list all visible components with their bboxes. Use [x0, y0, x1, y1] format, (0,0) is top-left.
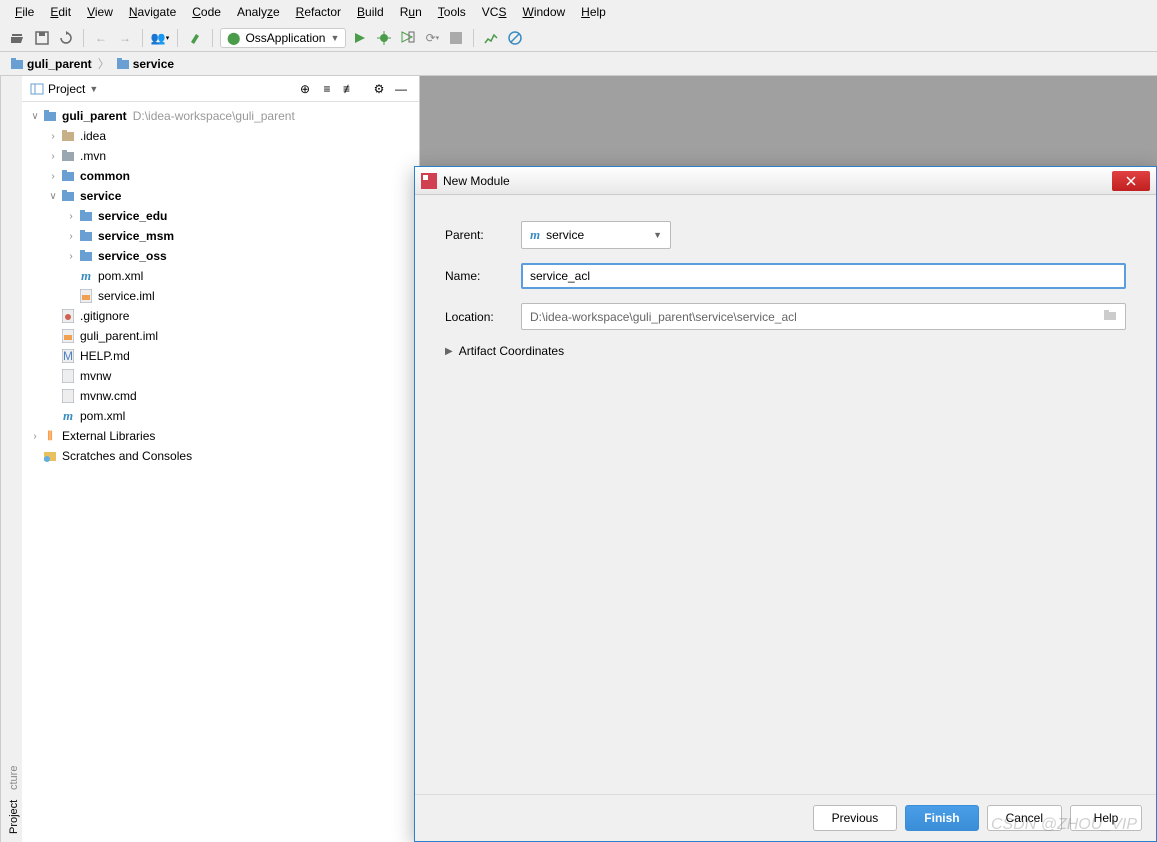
dialog-title: New Module	[443, 174, 1112, 188]
menu-code[interactable]: Code	[185, 3, 228, 21]
maven-icon: m	[78, 268, 94, 284]
parent-select[interactable]: m service ▼	[521, 221, 671, 249]
menu-run[interactable]: Run	[393, 3, 429, 21]
artifact-coordinates-toggle[interactable]: ▶ Artifact Coordinates	[445, 344, 1126, 358]
refresh-icon[interactable]	[56, 28, 76, 48]
menu-help[interactable]: Help	[574, 3, 613, 21]
coverage-icon[interactable]	[398, 28, 418, 48]
open-icon[interactable]	[8, 28, 28, 48]
left-gutter: Project cture	[0, 76, 22, 842]
tree-guli-iml[interactable]: guli_parent.iml	[22, 326, 419, 346]
hide-icon[interactable]: —	[391, 79, 411, 99]
close-icon[interactable]	[1112, 171, 1150, 191]
collapse-icon[interactable]: ≢	[339, 79, 359, 99]
tree-service-oss[interactable]: › service_oss	[22, 246, 419, 266]
forward-icon[interactable]: →	[115, 28, 135, 48]
libraries-icon: ⦀	[42, 428, 58, 444]
maven-icon: m	[60, 408, 76, 424]
menu-view[interactable]: View	[80, 3, 120, 21]
browse-folder-icon[interactable]	[1103, 309, 1121, 324]
run-configuration-select[interactable]: ⬤ OssApplication ▼	[220, 28, 346, 48]
menu-window[interactable]: Window	[515, 3, 572, 21]
tree-service-edu[interactable]: › service_edu	[22, 206, 419, 226]
cancel-button[interactable]: Cancel	[987, 805, 1062, 831]
tree-mvnw[interactable]: mvnw	[22, 366, 419, 386]
dialog-titlebar[interactable]: New Module	[415, 167, 1156, 195]
menu-build[interactable]: Build	[350, 3, 391, 21]
structure-tab[interactable]: cture	[3, 765, 20, 789]
stats-icon[interactable]	[481, 28, 501, 48]
panel-title[interactable]: Project ▼	[30, 82, 291, 96]
menu-bar: File Edit View Navigate Code Analyze Ref…	[0, 0, 1157, 24]
finish-button[interactable]: Finish	[905, 805, 978, 831]
name-label: Name:	[445, 269, 521, 283]
tree-service-iml[interactable]: service.iml	[22, 286, 419, 306]
expand-icon[interactable]: ≡	[317, 79, 337, 99]
back-icon[interactable]: ←	[91, 28, 111, 48]
menu-vcs[interactable]: VCS	[475, 3, 514, 21]
debug-icon[interactable]	[374, 28, 394, 48]
app-icon	[421, 173, 437, 189]
chevron-down-icon: ▼	[653, 230, 662, 240]
locate-icon[interactable]: ⊕	[295, 79, 315, 99]
new-module-dialog: New Module Parent: m service ▼ Name: Loc…	[414, 166, 1157, 842]
save-icon[interactable]	[32, 28, 52, 48]
no-entry-icon[interactable]	[505, 28, 525, 48]
tree-help-md[interactable]: MD HELP.md	[22, 346, 419, 366]
chevron-right-icon: ▶	[445, 346, 453, 357]
menu-file[interactable]: File	[8, 3, 41, 21]
tree-idea[interactable]: › .idea	[22, 126, 419, 146]
tree-common[interactable]: › common	[22, 166, 419, 186]
tree-project-root[interactable]: ∨ guli_parent D:\idea-workspace\guli_par…	[22, 106, 419, 126]
project-panel: Project ▼ ⊕ ≡ ≢ ⚙ — ∨ guli_parent D:\ide…	[22, 76, 420, 842]
toolbar: ← → 👥▾ ⬤ OssApplication ▼ ⟳▾	[0, 24, 1157, 52]
menu-edit[interactable]: Edit	[43, 3, 78, 21]
svg-text:MD: MD	[63, 349, 74, 363]
breadcrumb: guli_parent 〉 service	[0, 52, 1157, 76]
tree-mvnw-cmd[interactable]: mvnw.cmd	[22, 386, 419, 406]
menu-navigate[interactable]: Navigate	[122, 3, 183, 21]
users-icon[interactable]: 👥▾	[150, 28, 170, 48]
tree-pom[interactable]: m pom.xml	[22, 266, 419, 286]
breadcrumb-child[interactable]: service	[116, 57, 174, 71]
gear-icon[interactable]: ⚙	[369, 79, 389, 99]
tree-external-libs[interactable]: › ⦀ External Libraries	[22, 426, 419, 446]
breadcrumb-root[interactable]: guli_parent	[10, 57, 92, 71]
help-button[interactable]: Help	[1070, 805, 1142, 831]
previous-button[interactable]: Previous	[813, 805, 898, 831]
project-tree: ∨ guli_parent D:\idea-workspace\guli_par…	[22, 102, 419, 470]
name-input[interactable]	[521, 263, 1126, 289]
build-icon[interactable]	[185, 28, 205, 48]
tree-service[interactable]: ∨ service	[22, 186, 419, 206]
location-input[interactable]: D:\idea-workspace\guli_parent\service\se…	[521, 303, 1126, 330]
run-config-label: OssApplication	[245, 31, 325, 45]
breadcrumb-sep: 〉	[98, 55, 110, 72]
parent-label: Parent:	[445, 228, 521, 242]
profile-icon[interactable]: ⟳▾	[422, 28, 442, 48]
maven-icon: m	[530, 227, 540, 243]
menu-refactor[interactable]: Refactor	[289, 3, 348, 21]
tree-service-msm[interactable]: › service_msm	[22, 226, 419, 246]
tree-scratches[interactable]: Scratches and Consoles	[22, 446, 419, 466]
stop-icon[interactable]	[446, 28, 466, 48]
tree-gitignore[interactable]: .gitignore	[22, 306, 419, 326]
tree-pom2[interactable]: m pom.xml	[22, 406, 419, 426]
menu-tools[interactable]: Tools	[431, 3, 473, 21]
menu-analyze[interactable]: Analyze	[230, 3, 287, 21]
tree-mvn[interactable]: › .mvn	[22, 146, 419, 166]
project-tab[interactable]: Project	[3, 800, 20, 834]
location-label: Location:	[445, 310, 521, 324]
run-icon[interactable]	[350, 28, 370, 48]
